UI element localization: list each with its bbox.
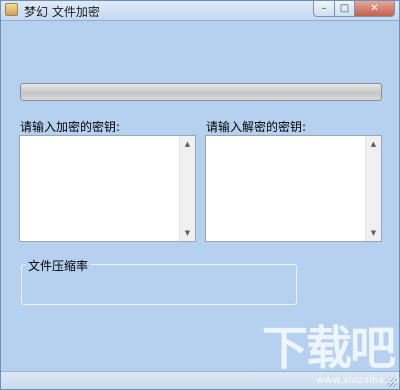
window-title: 梦幻 文件加密 <box>24 5 100 19</box>
app-icon <box>5 3 18 16</box>
close-button[interactable]: ✕ <box>355 1 395 17</box>
window-controls: – □ ✕ <box>313 1 395 18</box>
watermark-logo: 下载吧 <box>262 321 396 375</box>
progress-bar <box>20 83 382 101</box>
watermark: 下载吧 www.xiazaiba.com <box>262 321 400 389</box>
scroll-down-icon[interactable]: ▼ <box>180 226 195 240</box>
encrypt-key-label: 请输入加密的密钥: <box>20 120 121 134</box>
minimize-button[interactable]: – <box>313 1 335 17</box>
scroll-down-icon[interactable]: ▼ <box>366 226 381 240</box>
encrypt-key-input[interactable] <box>20 136 180 241</box>
encrypt-key-box: ▲ ▼ <box>19 135 196 242</box>
watermark-url: www.xiazaiba.com <box>316 375 400 386</box>
decrypt-key-box: ▲ ▼ <box>205 135 382 242</box>
encrypt-scrollbar[interactable]: ▲ ▼ <box>179 136 195 241</box>
title-bar[interactable]: 梦幻 文件加密 – □ ✕ <box>1 1 399 21</box>
decrypt-key-label: 请输入解密的密钥: <box>206 120 307 134</box>
app-window: 梦幻 文件加密 – □ ✕ 请输入加密的密钥: 请输入解密的密钥: ▲ ▼ ▲ … <box>0 0 400 390</box>
scroll-up-icon[interactable]: ▲ <box>180 137 195 151</box>
maximize-button[interactable]: □ <box>335 1 355 17</box>
compression-legend: 文件压缩率 <box>26 257 91 274</box>
decrypt-scrollbar[interactable]: ▲ ▼ <box>365 136 381 241</box>
scroll-up-icon[interactable]: ▲ <box>366 137 381 151</box>
decrypt-key-input[interactable] <box>206 136 366 241</box>
compression-group: 文件压缩率 <box>21 257 297 305</box>
